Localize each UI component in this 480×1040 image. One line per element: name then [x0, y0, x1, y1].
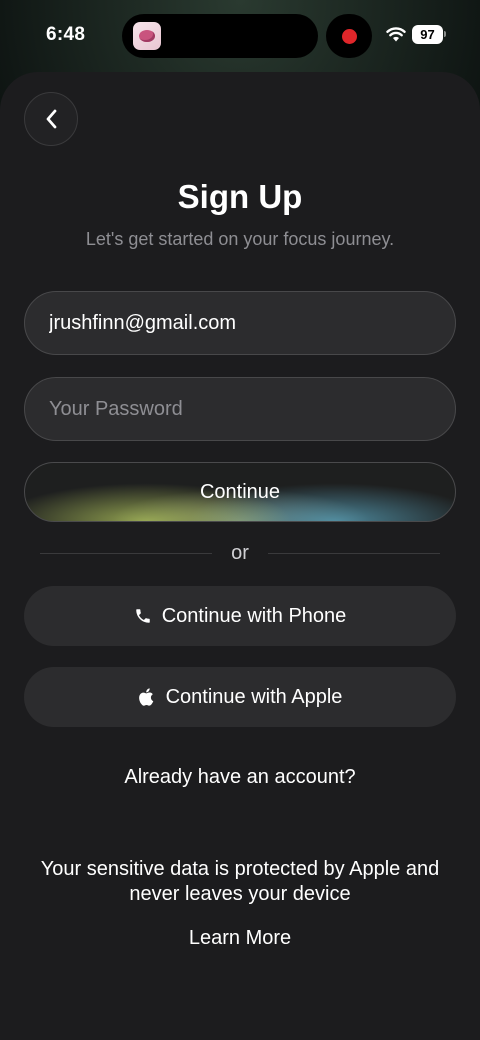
continue-with-phone-button[interactable]: Continue with Phone	[24, 586, 456, 646]
battery-cap	[444, 31, 446, 37]
apple-button-label: Continue with Apple	[165, 685, 343, 708]
continue-button[interactable]: Continue	[24, 462, 456, 522]
chevron-left-icon	[46, 109, 57, 129]
back-button[interactable]	[24, 92, 78, 146]
or-divider: or	[40, 542, 440, 566]
already-have-account-link[interactable]: Already have an account?	[0, 766, 480, 789]
learn-more-link[interactable]: Learn More	[0, 927, 480, 950]
continue-with-apple-button[interactable]: Continue with Apple	[24, 667, 456, 727]
phone-icon	[134, 607, 152, 625]
divider-line-right	[268, 553, 440, 554]
battery-icon: 97	[412, 25, 443, 44]
dynamic-island[interactable]	[122, 14, 318, 58]
phone-button-label: Continue with Phone	[161, 604, 347, 627]
status-time: 6:48	[46, 24, 86, 45]
apple-logo-icon	[138, 688, 156, 706]
record-dot-icon	[341, 28, 357, 44]
app-icon	[133, 22, 161, 50]
page-title: Sign Up	[177, 178, 303, 215]
privacy-note: Your sensitive data is protected by Appl…	[40, 858, 440, 905]
wifi-icon	[386, 27, 406, 42]
status-bar: 6:48 97	[0, 0, 480, 72]
continue-button-label: Continue	[199, 480, 281, 503]
sign-up-sheet: Sign Up Let's get started on your focus …	[0, 72, 480, 1040]
email-field[interactable]	[24, 291, 456, 355]
recording-indicator[interactable]	[326, 14, 372, 58]
page-subtitle: Let's get started on your focus journey.	[85, 229, 395, 249]
password-field[interactable]	[24, 377, 456, 441]
